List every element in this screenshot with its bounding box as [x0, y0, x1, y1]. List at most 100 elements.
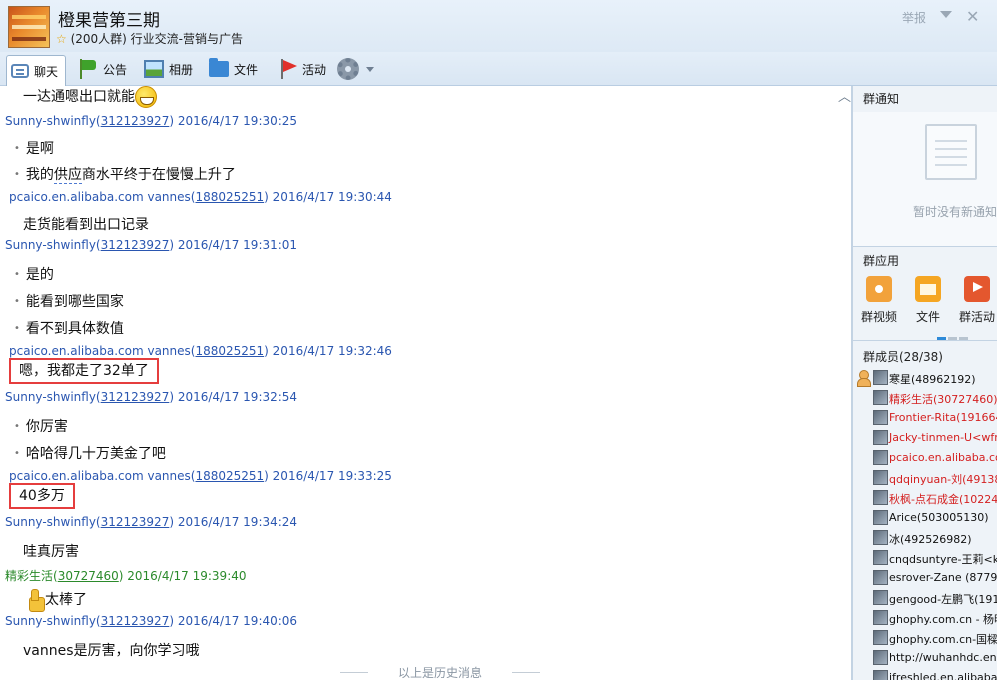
sender-name[interactable]: 精彩生活(: [5, 569, 58, 583]
avatar[interactable]: [873, 370, 888, 385]
tab-album[interactable]: 相册: [144, 55, 193, 83]
settings-menu-button[interactable]: [337, 55, 374, 83]
member-item[interactable]: gengood-左鹏飞(1913: [853, 588, 997, 608]
report-button[interactable]: 举报: [902, 9, 926, 26]
member-item[interactable]: Frontier-Rita(1916642: [853, 408, 997, 428]
avatar[interactable]: [873, 490, 888, 505]
sender-name[interactable]: Sunny-shwinfly(: [5, 515, 101, 529]
group-avatar[interactable]: [8, 6, 50, 48]
tab-chat-label: 聊天: [34, 64, 59, 79]
member-name: ghophy.com.cn-国樑(: [889, 633, 997, 646]
message-sender-meta: Sunny-shwinfly(312123927) 2016/4/17 19:3…: [5, 114, 297, 128]
keyword-link[interactable]: 供应: [53, 167, 82, 184]
member-item[interactable]: Jacky-tinmen-U<wfm2: [853, 428, 997, 448]
tab-notice-label: 公告: [103, 62, 128, 77]
notice-panel: 暂时没有新通知: [853, 112, 997, 246]
avatar[interactable]: [873, 590, 888, 605]
sender-qq-link[interactable]: 188025251: [195, 469, 264, 483]
message-text: vannes是厉害，向你学习哦: [23, 643, 200, 659]
member-item[interactable]: 冰(492526982): [853, 528, 997, 548]
sender-name[interactable]: pcaico.en.alibaba.com vannes(: [9, 344, 195, 358]
member-item[interactable]: ghophy.com.cn - 杨明: [853, 608, 997, 628]
close-icon[interactable]: ✕: [966, 7, 979, 26]
divider: [853, 246, 997, 247]
sender-qq-link[interactable]: 30727460: [58, 569, 119, 583]
sender-qq-link[interactable]: 312123927: [101, 390, 170, 404]
group-subtitle: ☆ (200人群) 行业交流-营销与广告: [56, 30, 243, 47]
message-text: 我的供应商水平终于在慢慢上升了: [14, 164, 236, 184]
sender-qq-link[interactable]: 312123927: [101, 515, 170, 529]
member-item[interactable]: 寒星(48962192): [853, 368, 997, 388]
member-item[interactable]: Arice(503005130): [853, 508, 997, 528]
member-item[interactable]: pcaico.en.alibaba.com: [853, 448, 997, 468]
member-name: 秋枫-点石成金(10224: [889, 493, 997, 506]
member-name: esrover-Zane (877952: [889, 571, 997, 584]
avatar[interactable]: [873, 530, 888, 545]
member-name: Frontier-Rita(1916642: [889, 411, 997, 424]
member-item[interactable]: ifreshled.en.alibaba.co: [853, 668, 997, 680]
avatar[interactable]: [873, 550, 888, 565]
gear-icon: [337, 58, 359, 80]
avatar[interactable]: [873, 470, 888, 485]
sender-name[interactable]: pcaico.en.alibaba.com vannes(: [9, 469, 195, 483]
chat-history[interactable]: ︿ 一达通嗯出口就能 Sunny-shwinfly(312123927) 2016…: [0, 86, 852, 680]
message-sender-meta: pcaico.en.alibaba.com vannes(188025251) …: [9, 190, 392, 204]
flag-icon: [78, 59, 98, 79]
avatar[interactable]: [873, 630, 888, 645]
collapse-icon[interactable]: ︿: [838, 86, 851, 105]
app-group-video[interactable]: 群视频: [859, 276, 899, 325]
tab-chat[interactable]: 聊天: [6, 55, 66, 86]
history-separator: 以上是历史消息: [340, 664, 540, 680]
avatar[interactable]: [873, 610, 888, 625]
tab-activity[interactable]: 活动: [279, 55, 326, 83]
tab-notice[interactable]: 公告: [78, 55, 127, 83]
sender-name[interactable]: Sunny-shwinfly(: [5, 238, 101, 252]
sender-qq-link[interactable]: 188025251: [195, 190, 264, 204]
message-text: 是的: [14, 264, 54, 284]
avatar[interactable]: [873, 670, 888, 680]
sender-name[interactable]: pcaico.en.alibaba.com vannes(: [9, 190, 195, 204]
member-item[interactable]: esrover-Zane (877952: [853, 568, 997, 588]
message-timestamp: ) 2016/4/17 19:39:40: [118, 569, 247, 583]
avatar[interactable]: [873, 650, 888, 665]
message-timestamp: ) 2016/4/17 19:32:46: [264, 344, 392, 358]
avatar[interactable]: [873, 570, 888, 585]
avatar[interactable]: [873, 390, 888, 405]
avatar[interactable]: [873, 510, 888, 525]
sender-qq-link[interactable]: 188025251: [195, 344, 264, 358]
member-item[interactable]: cnqdsuntyre-王莉<kin: [853, 548, 997, 568]
member-name: 冰(492526982): [889, 533, 972, 546]
member-name: cnqdsuntyre-王莉<kin: [889, 553, 997, 566]
sender-qq-link[interactable]: 312123927: [101, 114, 170, 128]
message-text: 40多万: [9, 483, 75, 509]
message-sender-meta: Sunny-shwinfly(312123927) 2016/4/17 19:3…: [5, 515, 297, 529]
message-text: 嗯，我都走了32单了: [9, 358, 159, 384]
video-icon: [866, 276, 892, 302]
tab-files[interactable]: 文件: [209, 55, 258, 83]
avatar[interactable]: [873, 410, 888, 425]
sender-qq-link[interactable]: 312123927: [101, 238, 170, 252]
sender-name[interactable]: Sunny-shwinfly(: [5, 614, 101, 628]
notice-empty-text: 暂时没有新通知: [913, 205, 997, 219]
message-text: 哇真厉害: [23, 544, 79, 560]
member-item[interactable]: qdqinyuan-刘(491386: [853, 468, 997, 488]
chat-bubble-icon: [11, 64, 29, 78]
sender-qq-link[interactable]: 312123927: [101, 614, 170, 628]
photo-icon: [144, 60, 164, 78]
app-files[interactable]: 文件: [908, 276, 948, 325]
sender-name[interactable]: Sunny-shwinfly(: [5, 114, 101, 128]
notice-section-title: 群通知: [863, 92, 900, 106]
message-text: 你厉害: [14, 416, 68, 436]
member-item[interactable]: 精彩生活(30727460): [853, 388, 997, 408]
chevron-down-icon[interactable]: [940, 11, 952, 18]
member-item[interactable]: ghophy.com.cn-国樑(: [853, 628, 997, 648]
avatar[interactable]: [873, 450, 888, 465]
member-item[interactable]: 秋枫-点石成金(10224: [853, 488, 997, 508]
avatar[interactable]: [873, 430, 888, 445]
red-flag-icon: [279, 59, 297, 79]
member-list[interactable]: 寒星(48962192) 精彩生活(30727460) Frontier-Rita(…: [853, 368, 997, 680]
sender-name[interactable]: Sunny-shwinfly(: [5, 390, 101, 404]
member-item[interactable]: http://wuhanhdc.en.al: [853, 648, 997, 668]
app-group-activity[interactable]: 群活动: [957, 276, 997, 325]
member-name: Arice(503005130): [889, 511, 989, 524]
